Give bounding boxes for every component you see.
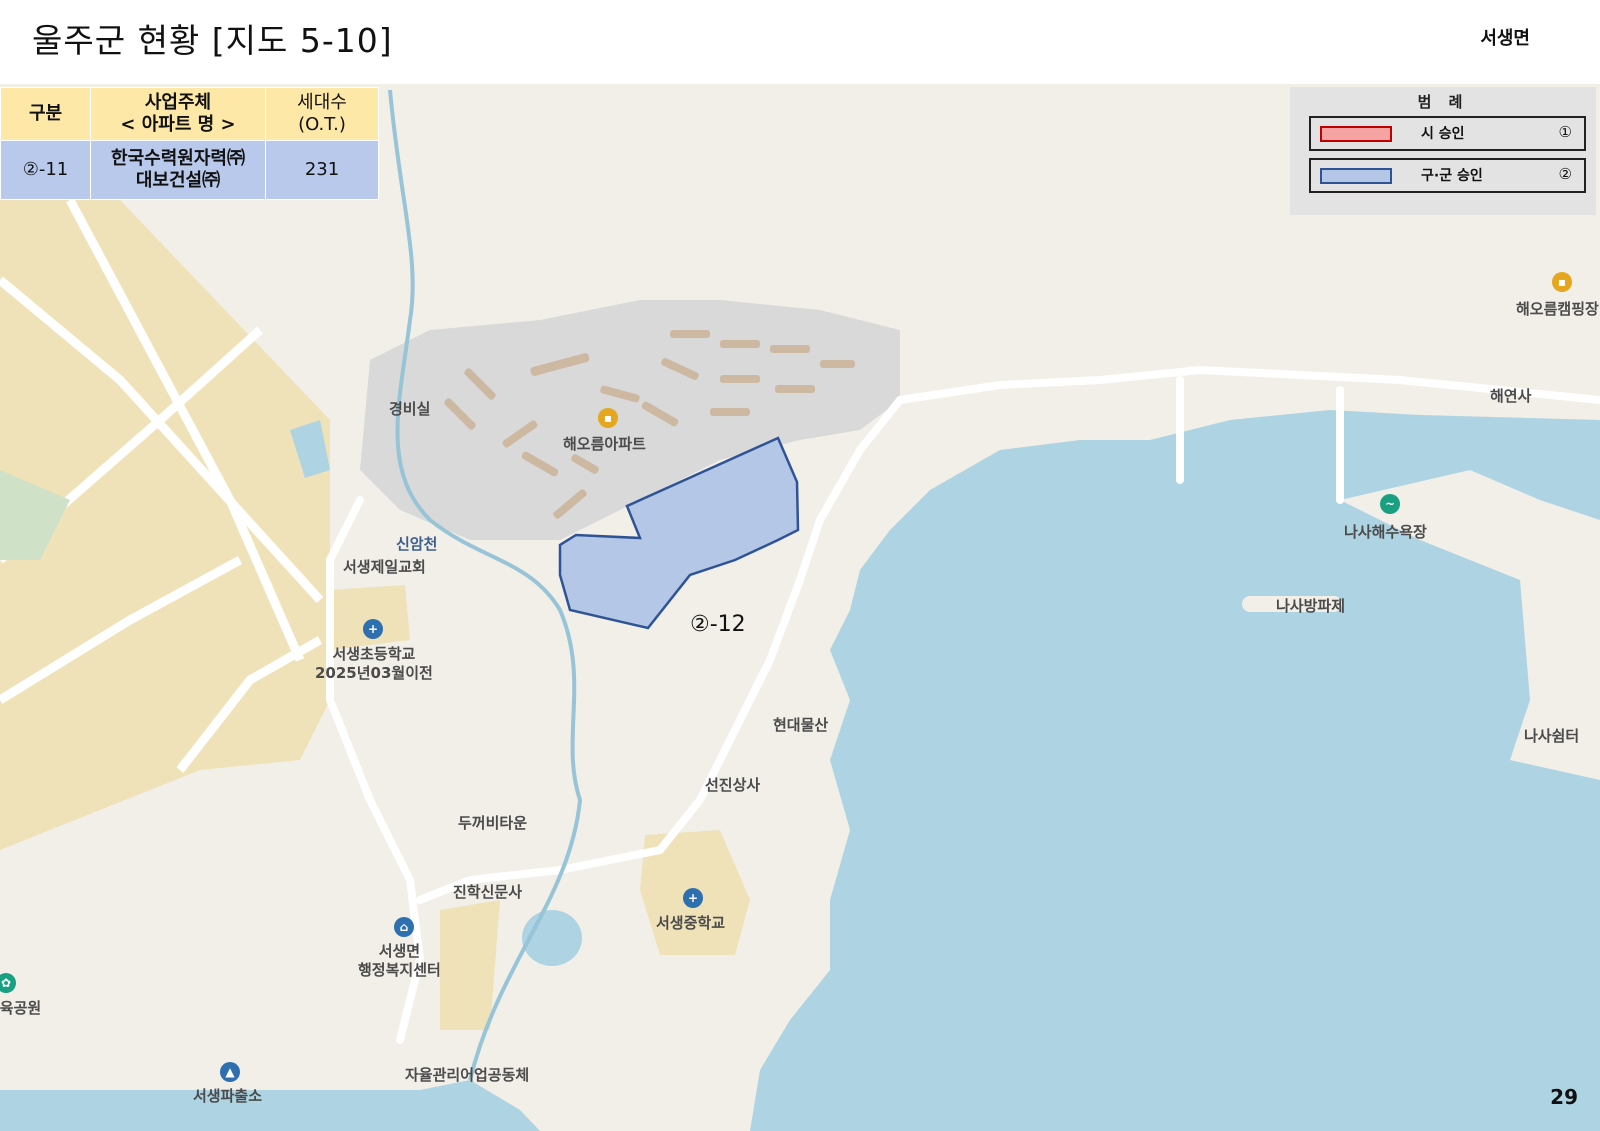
header-households-line2: (O.T.) xyxy=(298,114,346,135)
legend-label-district: 구·군 승인 xyxy=(1421,168,1483,184)
region-label: 서생면 xyxy=(1480,28,1530,49)
label-hyundai: 현대물산 xyxy=(773,716,829,734)
cell-category: ②-11 xyxy=(0,140,91,200)
page-title: 울주군 현황 [지도 5-10] xyxy=(32,21,393,60)
label-jinhak: 진학신문사 xyxy=(453,883,523,901)
header-households-line1: 세대수 xyxy=(297,92,347,113)
label-nasa-beach: 나사해수욕장 xyxy=(1344,523,1427,541)
police-icon: ▲ xyxy=(220,1062,240,1082)
cell-company: 한국수력원자력㈜ 대보건설㈜ xyxy=(90,140,266,200)
beach-icon: ~ xyxy=(1380,494,1400,514)
building-icon: ▪ xyxy=(598,408,618,428)
legend: 범 례 시 승인 ① 구·군 승인 ② xyxy=(1290,87,1596,215)
table-row: ②-11 한국수력원자력㈜ 대보건설㈜ 231 xyxy=(0,140,379,200)
map[interactable] xyxy=(0,84,1600,1131)
legend-swatch-district xyxy=(1320,168,1392,184)
label-dukkebi: 두꺼비타운 xyxy=(458,814,528,832)
camping-icon: ▪ xyxy=(1552,272,1572,292)
legend-item-district: 구·군 승인 ② xyxy=(1309,158,1586,193)
school-icon: + xyxy=(363,619,383,639)
label-church: 서생제일교회 xyxy=(343,558,426,576)
label-park: 체육공원 xyxy=(0,999,42,1017)
elementary-school-area xyxy=(330,585,410,650)
legend-item-city: 시 승인 ① xyxy=(1309,116,1586,151)
label-elementary-school: 서생초등학교 2025년03월이전 xyxy=(315,645,433,683)
label-welfare-line1: 서생면 xyxy=(378,942,421,960)
label-camping: 해오름캠핑장 xyxy=(1516,300,1599,318)
label-haeoreum-apt: 해오름아파트 xyxy=(563,435,646,453)
label-middle-school: 서생중학교 xyxy=(656,914,726,932)
label-sinamcheon: 신암천 xyxy=(396,535,438,553)
label-nasa-shelter: 나사쉼터 xyxy=(1524,727,1580,745)
table-header-row: 구분 사업주체 < 아파트 명 > 세대수 (O.T.) xyxy=(0,87,379,141)
label-seonjin: 선진상사 xyxy=(705,776,761,794)
cell-households: 231 xyxy=(265,140,379,200)
middle-school-icon: + xyxy=(683,888,703,908)
cell-company-line2: 대보건설㈜ xyxy=(135,170,221,191)
label-fishery: 자율관리어업공동체 xyxy=(405,1066,530,1084)
label-welfare-line2: 행정복지센터 xyxy=(358,961,441,979)
header-company-line2: < 아파트 명 > xyxy=(120,114,236,135)
legend-swatch-city xyxy=(1320,126,1392,142)
map-canvas xyxy=(0,84,1600,1131)
header-company: 사업주체 < 아파트 명 > xyxy=(90,87,266,141)
header: 울주군 현황 [지도 5-10] 서생면 xyxy=(0,0,1600,84)
label-police: 서생파출소 xyxy=(193,1087,263,1105)
label-breakwater: 나사방파제 xyxy=(1276,597,1346,615)
project-info-table: 구분 사업주체 < 아파트 명 > 세대수 (O.T.) ②-11 한국수력원자… xyxy=(0,87,379,200)
legend-num-city: ① xyxy=(1558,123,1572,141)
label-gyeongbisil: 경비실 xyxy=(389,400,431,418)
cell-company-line1: 한국수력원자력㈜ xyxy=(111,148,245,169)
header-company-line1: 사업주체 xyxy=(144,92,212,113)
header-households: 세대수 (O.T.) xyxy=(265,87,379,141)
header-category: 구분 xyxy=(0,87,91,141)
label-elementary-school-line1: 서생초등학교 xyxy=(332,645,416,663)
label-welfare-center: 서생면 행정복지센터 xyxy=(358,942,441,980)
parcel-label: ②-12 xyxy=(690,612,746,637)
label-haeyeonsa: 해연사 xyxy=(1490,387,1532,405)
legend-num-district: ② xyxy=(1558,165,1572,183)
page-number: 29 xyxy=(1550,1085,1578,1109)
facility-area xyxy=(440,900,500,1030)
label-elementary-school-line2: 2025년03월이전 xyxy=(315,664,433,682)
legend-label-city: 시 승인 xyxy=(1421,126,1465,142)
legend-title: 범 례 xyxy=(1417,93,1469,111)
welfare-center-icon: ⌂ xyxy=(394,917,414,937)
